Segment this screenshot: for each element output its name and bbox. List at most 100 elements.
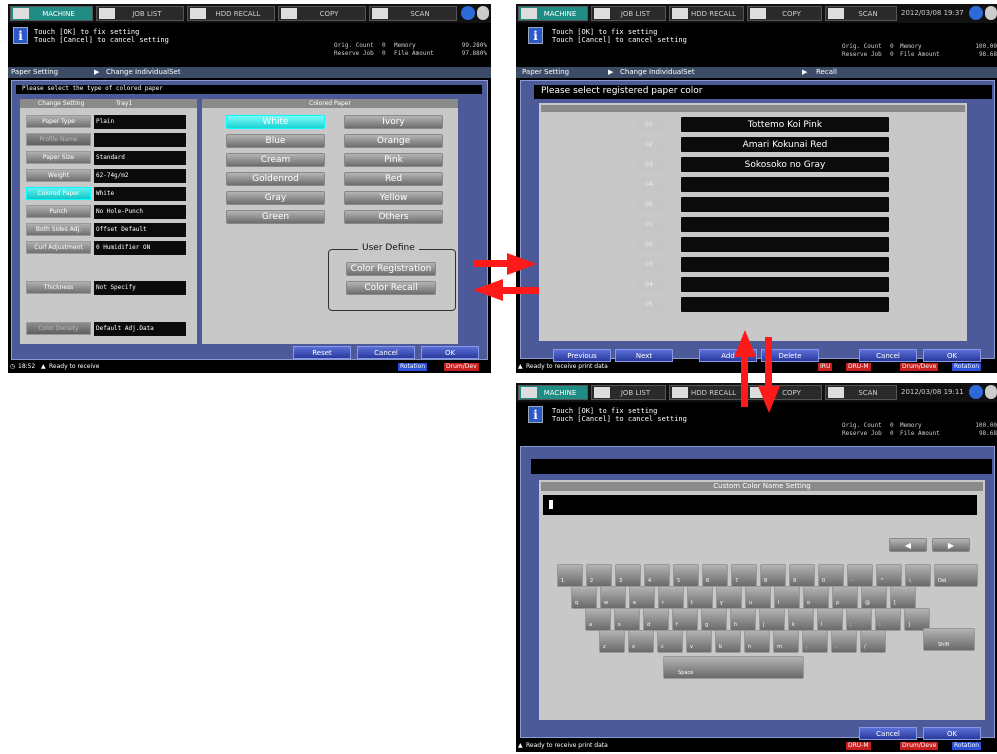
tab-job-list[interactable]: JOB LIST <box>591 6 666 21</box>
entry-name[interactable] <box>681 277 889 292</box>
key-3[interactable]: v <box>686 630 712 653</box>
key-7[interactable]: 8 <box>760 564 786 587</box>
color-button-red[interactable]: Red <box>344 172 443 186</box>
tab-machine[interactable]: MACHINE <box>518 6 588 21</box>
key-0[interactable]: 1 <box>557 564 583 587</box>
key-1[interactable]: 2 <box>586 564 612 587</box>
tab-hdd-recall[interactable]: HDD RECALL <box>669 385 744 400</box>
key-7[interactable]: k <box>788 608 814 631</box>
reset-button[interactable]: Reset <box>293 346 351 359</box>
help-icon[interactable] <box>969 385 983 399</box>
entry-name[interactable] <box>681 197 889 212</box>
color-button-pink[interactable]: Pink <box>344 153 443 167</box>
crumb-paper-setting[interactable]: Paper Setting <box>522 68 569 76</box>
entry-name[interactable] <box>681 257 889 272</box>
key-10[interactable]: @ <box>861 586 887 609</box>
shift-key[interactable]: Shift <box>923 628 975 651</box>
entry-number[interactable]: 04 <box>634 278 664 291</box>
tab-machine[interactable]: MACHINE <box>10 6 93 21</box>
tab-scan[interactable]: SCAN <box>825 6 897 21</box>
tab-scan[interactable]: SCAN <box>825 385 897 400</box>
setting-button-both-sides-adj[interactable]: Both Sides Adj. <box>26 223 91 236</box>
entry-number[interactable]: 02 <box>634 238 664 251</box>
key-3[interactable]: 4 <box>644 564 670 587</box>
tab-copy[interactable]: COPY <box>278 6 366 21</box>
color-button-yellow[interactable]: Yellow <box>344 191 443 205</box>
key-1[interactable]: w <box>600 586 626 609</box>
color-button-cream[interactable]: Cream <box>226 153 325 167</box>
setting-button-profile-name[interactable]: Profile Name <box>26 133 91 146</box>
tab-hdd-recall[interactable]: HDD RECALL <box>669 6 744 21</box>
key-7[interactable]: , <box>802 630 828 653</box>
entry-name[interactable]: Sokosoko no Gray <box>681 157 889 172</box>
setting-button-punch[interactable]: Punch <box>26 205 91 218</box>
color-button-green[interactable]: Green <box>226 210 325 224</box>
key-6[interactable]: j <box>759 608 785 631</box>
entry-name[interactable] <box>681 177 889 192</box>
color-button-goldenrod[interactable]: Goldenrod <box>226 172 325 186</box>
entry-name[interactable] <box>681 217 889 232</box>
cursor-left-button[interactable]: ◀ <box>889 538 927 552</box>
key-6[interactable]: 7 <box>731 564 757 587</box>
tab-job-list[interactable]: JOB LIST <box>591 385 666 400</box>
key-4[interactable]: b <box>715 630 741 653</box>
entry-number[interactable]: 03 <box>634 258 664 271</box>
cancel-button[interactable]: Cancel <box>859 349 917 362</box>
setting-button-colored-paper[interactable]: Colored Paper <box>26 187 91 200</box>
cancel-button[interactable]: Cancel <box>859 727 917 740</box>
key-5[interactable]: 6 <box>702 564 728 587</box>
key-8[interactable]: 9 <box>789 564 815 587</box>
crumb-change-individual[interactable]: Change IndividualSet <box>106 68 181 76</box>
key-4[interactable]: t <box>687 586 713 609</box>
setting-button-color-density[interactable]: Color Density <box>26 322 91 335</box>
key-2[interactable]: 3 <box>615 564 641 587</box>
ok-button[interactable]: OK <box>923 727 981 740</box>
cursor-right-button[interactable]: ▶ <box>932 538 970 552</box>
setting-button-paper-size[interactable]: Paper Size <box>26 151 91 164</box>
delete-key[interactable]: Del <box>934 564 978 587</box>
key-4[interactable]: g <box>701 608 727 631</box>
entry-number[interactable]: 01 <box>634 118 664 131</box>
key-icon[interactable] <box>985 385 997 399</box>
key-5[interactable]: h <box>730 608 756 631</box>
space-key[interactable]: Space <box>663 656 804 679</box>
key-9[interactable]: 0 <box>818 564 844 587</box>
key-0[interactable]: z <box>599 630 625 653</box>
key-9[interactable]: / <box>860 630 886 653</box>
color-button-orange[interactable]: Orange <box>344 134 443 148</box>
name-input[interactable] <box>543 495 977 515</box>
key-9[interactable]: p <box>832 586 858 609</box>
previous-button[interactable]: Previous <box>553 349 611 362</box>
tab-job-list[interactable]: JOB LIST <box>96 6 184 21</box>
entry-name[interactable] <box>681 297 889 312</box>
tab-hdd-recall[interactable]: HDD RECALL <box>187 6 275 21</box>
cancel-button[interactable]: Cancel <box>357 346 415 359</box>
entry-number[interactable]: 02 <box>634 138 664 151</box>
key-5[interactable]: y <box>716 586 742 609</box>
key-3[interactable]: f <box>672 608 698 631</box>
crumb-recall[interactable]: Recall <box>816 68 837 76</box>
key-8[interactable]: o <box>803 586 829 609</box>
key-2[interactable]: d <box>643 608 669 631</box>
key-7[interactable]: i <box>774 586 800 609</box>
setting-button-paper-type[interactable]: Paper Type <box>26 115 91 128</box>
key-icon[interactable] <box>477 6 489 20</box>
key-8[interactable]: . <box>831 630 857 653</box>
color-registration-button[interactable]: Color Registration <box>346 262 436 276</box>
key-6[interactable]: m <box>773 630 799 653</box>
ok-button[interactable]: OK <box>923 349 981 362</box>
help-icon[interactable] <box>969 6 983 20</box>
key-10[interactable]: - <box>847 564 873 587</box>
color-button-blue[interactable]: Blue <box>226 134 325 148</box>
key-11[interactable]: ^ <box>876 564 902 587</box>
entry-number[interactable]: 04 <box>634 178 664 191</box>
key-icon[interactable] <box>985 6 997 20</box>
color-button-white[interactable]: White <box>226 115 325 129</box>
setting-button-curl-adjustment[interactable]: Curl Adjustment <box>26 241 91 254</box>
entry-number[interactable]: 01 <box>634 218 664 231</box>
crumb-paper-setting[interactable]: Paper Setting <box>11 68 58 76</box>
key-8[interactable]: l <box>817 608 843 631</box>
key-5[interactable]: n <box>744 630 770 653</box>
color-button-gray[interactable]: Gray <box>226 191 325 205</box>
entry-number[interactable]: 05 <box>634 298 664 311</box>
